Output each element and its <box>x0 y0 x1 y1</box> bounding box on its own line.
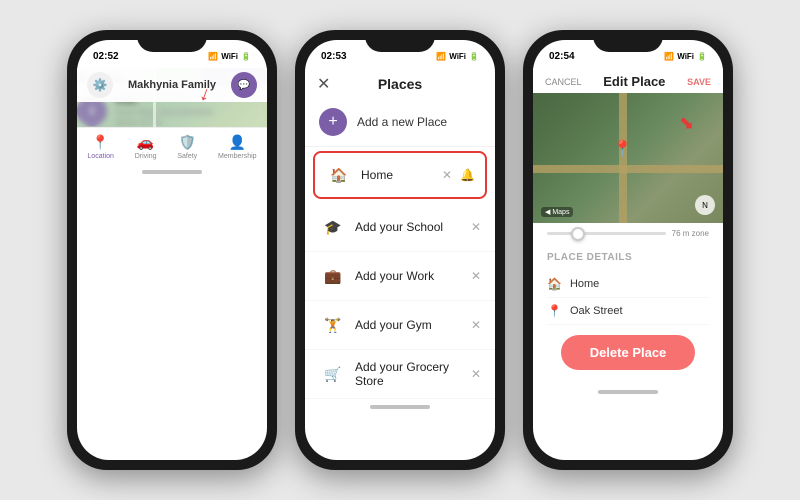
status-icons-1: 📶 WiFi 🔋 <box>208 52 251 61</box>
home-actions: ✕ 🔔 <box>442 168 475 182</box>
location-pin-icon: 📍 <box>613 139 633 159</box>
add-new-place-row[interactable]: + Add a new Place <box>305 98 495 147</box>
work-label: Add your Work <box>355 269 471 283</box>
school-icon: 🎓 <box>324 219 341 236</box>
place-details-section: Place details 🏠 Home 📍 Oak Street Delete… <box>533 244 723 384</box>
time-3: 02:54 <box>549 51 575 62</box>
map-screen: ⚙️ Makhynia Family 💬 ↓ People 📍 Places <box>77 68 267 127</box>
nav-membership[interactable]: 👤 Membership <box>218 134 257 160</box>
radius-label: 76 m zone <box>672 229 709 238</box>
radius-slider-row: 76 m zone <box>533 223 723 244</box>
maps-label: ◀ Maps <box>541 207 573 217</box>
screen-3: 02:54 📶 WiFi 🔋 CANCEL Edit Place SAVE ◀ … <box>533 40 723 460</box>
address-row[interactable]: 📍 Oak Street <box>547 298 709 325</box>
home-indicator-1 <box>77 164 267 180</box>
time-1: 02:52 <box>93 51 119 62</box>
place-name-text: Home <box>570 278 599 290</box>
place-grocery[interactable]: 🛒 Add your Grocery Store ✕ <box>305 350 495 399</box>
driving-icon: 🚗 <box>137 134 154 151</box>
notch-1 <box>137 30 207 52</box>
message-button[interactable]: 💬 <box>231 72 257 98</box>
gym-icon-wrap: 🏋️ <box>319 311 347 339</box>
phone-2: 02:53 📶 WiFi 🔋 ✕ Places + Add a new Plac… <box>295 30 505 470</box>
work-icon: 💼 <box>324 268 341 285</box>
nav-driving-label: Driving <box>135 153 157 160</box>
home-label: Home <box>361 168 442 182</box>
screen-1: 02:52 📶 WiFi 🔋 ⚙️ Makhynia Family 💬 ↓ <box>77 40 267 460</box>
edit-place-title: Edit Place <box>603 74 665 89</box>
address-text: Oak Street <box>570 305 623 317</box>
slider-thumb[interactable] <box>571 227 585 241</box>
grocery-label: Add your Grocery Store <box>355 360 471 388</box>
places-screen: ✕ Places + Add a new Place 🏠 Home ✕ 🔔 <box>305 68 495 399</box>
time-2: 02:53 <box>321 51 347 62</box>
place-name-row[interactable]: 🏠 Home <box>547 271 709 298</box>
gym-label: Add your Gym <box>355 318 471 332</box>
school-remove-button[interactable]: ✕ <box>471 220 481 234</box>
status-icons-2: 📶 WiFi 🔋 <box>436 52 479 61</box>
delete-place-button[interactable]: Delete Place <box>561 335 695 370</box>
nav-safety[interactable]: 🛡️ Safety <box>177 134 197 160</box>
add-new-label: Add a new Place <box>357 115 447 129</box>
notch-2 <box>365 30 435 52</box>
place-work[interactable]: 💼 Add your Work ✕ <box>305 252 495 301</box>
place-home[interactable]: 🏠 Home ✕ 🔔 <box>313 151 487 199</box>
home-icon-wrap: 🏠 <box>325 161 353 189</box>
screen-2: 02:53 📶 WiFi 🔋 ✕ Places + Add a new Plac… <box>305 40 495 460</box>
school-icon-wrap: 🎓 <box>319 213 347 241</box>
nav-location-label: Location <box>87 153 113 160</box>
grocery-remove-button[interactable]: ✕ <box>471 367 481 381</box>
delete-btn-wrap: Delete Place <box>547 325 709 378</box>
satellite-map: ◀ Maps 📍 ➡ N <box>533 93 723 223</box>
satellite-arrow-icon: ➡ <box>674 110 700 136</box>
place-gym[interactable]: 🏋️ Add your Gym ✕ <box>305 301 495 350</box>
home-icon: 🏠 <box>330 167 347 184</box>
gym-remove-button[interactable]: ✕ <box>471 318 481 332</box>
location-icon: 📍 <box>92 134 109 151</box>
phone-1: 02:52 📶 WiFi 🔋 ⚙️ Makhynia Family 💬 ↓ <box>67 30 277 470</box>
home-detail-icon: 🏠 <box>547 277 562 291</box>
satellite-road-h <box>533 165 723 173</box>
nav-location[interactable]: 📍 Location <box>87 134 113 160</box>
map-background: ⚙️ Makhynia Family 💬 ↓ People 📍 Places <box>77 68 267 127</box>
gym-icon: 🏋️ <box>324 317 341 334</box>
places-header: ✕ Places <box>305 68 495 98</box>
home-bell-icon[interactable]: 🔔 <box>460 168 475 182</box>
notch-3 <box>593 30 663 52</box>
phone-3: 02:54 📶 WiFi 🔋 CANCEL Edit Place SAVE ◀ … <box>523 30 733 470</box>
gear-button[interactable]: ⚙️ <box>87 72 113 98</box>
place-school[interactable]: 🎓 Add your School ✕ <box>305 203 495 252</box>
add-circle-icon: + <box>319 108 347 136</box>
safety-icon: 🛡️ <box>179 134 196 151</box>
map-header: ⚙️ Makhynia Family 💬 <box>77 68 267 102</box>
status-icons-3: 📶 WiFi 🔋 <box>664 52 707 61</box>
nav-safety-label: Safety <box>177 153 197 160</box>
compass-icon: N <box>695 195 715 215</box>
nav-membership-label: Membership <box>218 153 257 160</box>
bottom-nav: 📍 Location 🚗 Driving 🛡️ Safety 👤 Members… <box>77 127 267 164</box>
save-button[interactable]: SAVE <box>687 77 711 87</box>
home-indicator-2 <box>305 399 495 415</box>
edit-place-screen: CANCEL Edit Place SAVE ◀ Maps 📍 ➡ N <box>533 68 723 384</box>
grocery-icon-wrap: 🛒 <box>319 360 347 388</box>
work-remove-button[interactable]: ✕ <box>471 269 481 283</box>
places-title: Places <box>378 76 422 92</box>
nav-driving[interactable]: 🚗 Driving <box>135 134 157 160</box>
grocery-icon: 🛒 <box>324 366 341 383</box>
school-label: Add your School <box>355 220 471 234</box>
home-remove-button[interactable]: ✕ <box>442 168 452 182</box>
location-detail-icon: 📍 <box>547 304 562 318</box>
home-indicator-3 <box>533 384 723 400</box>
close-button[interactable]: ✕ <box>317 74 330 94</box>
work-icon-wrap: 💼 <box>319 262 347 290</box>
membership-icon: 👤 <box>229 134 246 151</box>
radius-slider-track[interactable] <box>547 232 666 235</box>
details-heading: Place details <box>547 252 709 263</box>
edit-place-header: CANCEL Edit Place SAVE <box>533 68 723 93</box>
cancel-button[interactable]: CANCEL <box>545 77 582 87</box>
